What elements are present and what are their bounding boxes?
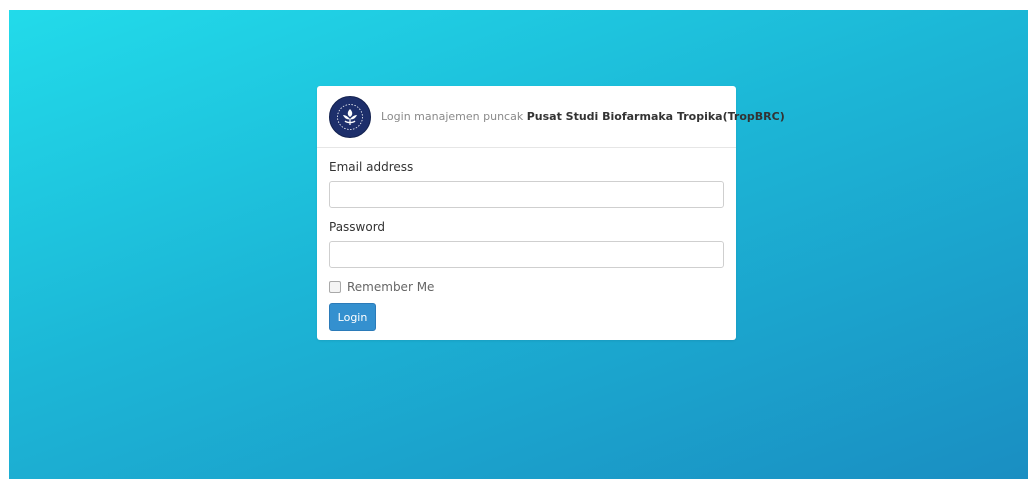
email-label: Email address — [329, 160, 414, 174]
login-button[interactable]: Login — [329, 303, 376, 331]
organization-name: Pusat Studi Biofarmaka Tropika(TropBRC) — [526, 110, 785, 123]
university-seal-icon — [329, 95, 371, 138]
remember-me-label: Remember Me — [347, 280, 435, 294]
login-title: Login manajemen puncak Pusat Studi Biofa… — [381, 110, 785, 123]
login-card-header: Login manajemen puncak Pusat Studi Biofa… — [317, 86, 785, 148]
login-card: Login manajemen puncak Pusat Studi Biofa… — [317, 86, 785, 340]
login-form: Email address Password Remember Me Login — [317, 148, 736, 331]
remember-me-row[interactable]: Remember Me — [329, 280, 724, 294]
page-background: Login manajemen puncak Pusat Studi Biofa… — [9, 10, 1028, 479]
remember-me-checkbox[interactable] — [329, 281, 341, 293]
login-title-prefix: Login manajemen puncak — [381, 110, 524, 123]
email-input[interactable] — [329, 181, 724, 208]
password-label: Password — [329, 220, 386, 234]
password-input[interactable] — [329, 241, 724, 268]
seal-emblem-icon — [337, 103, 363, 130]
